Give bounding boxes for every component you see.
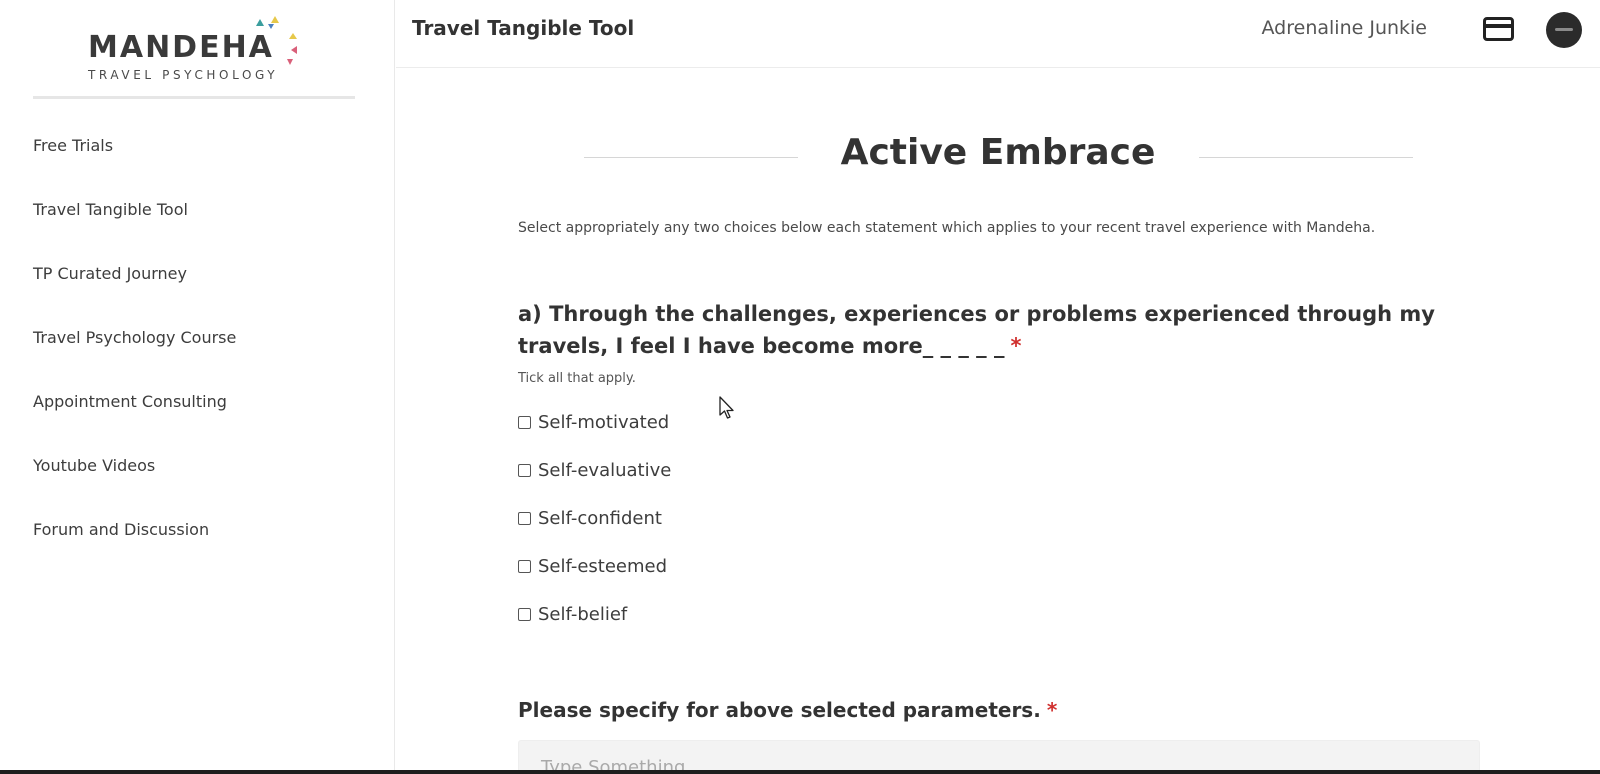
question-specify: Please specify for above selected parame…	[518, 698, 1057, 722]
checkbox-self-evaluative[interactable]	[518, 464, 531, 477]
sidebar-item-tp-curated-journey[interactable]: TP Curated Journey	[33, 264, 236, 328]
option-label: Self-esteemed	[538, 556, 668, 577]
brand-logo[interactable]: MANDEHA TRAVEL PSYCHOLOGY	[88, 16, 308, 86]
checkbox-self-belief[interactable]	[518, 608, 531, 621]
logo-triangle-blue	[268, 24, 274, 29]
question-specify-text: Please specify for above selected parame…	[518, 698, 1041, 722]
question-a-options: Self-motivated Self-evaluative Self-conf…	[518, 412, 671, 652]
brand-name: MANDEHA	[88, 30, 274, 65]
main-content: Select appropriately any two choices bel…	[396, 68, 1600, 774]
avatar[interactable]	[1546, 12, 1582, 48]
question-a: a) Through the challenges, experiences o…	[518, 298, 1478, 362]
top-header: Travel Tangible Tool Adrenaline Junkie	[396, 0, 1600, 68]
specify-textarea[interactable]	[518, 740, 1480, 774]
mouse-pointer-icon	[719, 396, 734, 419]
instructions-text: Select appropriately any two choices bel…	[518, 220, 1376, 236]
logo-triangle-pink-2	[287, 59, 293, 65]
required-marker: *	[1046, 698, 1058, 722]
option-self-motivated[interactable]: Self-motivated	[518, 412, 671, 460]
window-bottom-edge	[0, 770, 1600, 774]
option-self-evaluative[interactable]: Self-evaluative	[518, 460, 671, 508]
sidebar: MANDEHA TRAVEL PSYCHOLOGY Free Trials Tr…	[0, 0, 395, 774]
brand-tagline: TRAVEL PSYCHOLOGY	[88, 68, 279, 82]
option-self-belief[interactable]: Self-belief	[518, 604, 671, 652]
logo-triangle-yellow-2	[289, 33, 297, 39]
app-window: MANDEHA TRAVEL PSYCHOLOGY Free Trials Tr…	[0, 0, 1600, 774]
user-profile-label[interactable]: Adrenaline Junkie	[1262, 17, 1427, 39]
sidebar-item-travel-tangible-tool[interactable]: Travel Tangible Tool	[33, 200, 236, 264]
question-a-hint: Tick all that apply.	[518, 371, 636, 386]
question-a-text: a) Through the challenges, experiences o…	[518, 302, 1435, 358]
checkbox-self-motivated[interactable]	[518, 416, 531, 429]
sidebar-divider	[33, 96, 355, 99]
sidebar-item-free-trials[interactable]: Free Trials	[33, 136, 236, 200]
option-label: Self-motivated	[538, 412, 670, 433]
option-label: Self-belief	[538, 604, 628, 625]
option-label: Self-confident	[538, 508, 662, 529]
sidebar-item-youtube-videos[interactable]: Youtube Videos	[33, 456, 236, 520]
checkbox-self-confident[interactable]	[518, 512, 531, 525]
required-marker: *	[1010, 334, 1022, 358]
logo-triangle-teal	[256, 19, 264, 26]
sidebar-nav: Free Trials Travel Tangible Tool TP Cura…	[33, 136, 236, 584]
logo-triangle-yellow	[271, 16, 279, 23]
option-label: Self-evaluative	[538, 460, 672, 481]
credit-card-icon[interactable]	[1483, 17, 1514, 41]
sidebar-item-forum-and-discussion[interactable]: Forum and Discussion	[33, 520, 236, 584]
option-self-confident[interactable]: Self-confident	[518, 508, 671, 556]
option-self-esteemed[interactable]: Self-esteemed	[518, 556, 671, 604]
sidebar-item-travel-psychology-course[interactable]: Travel Psychology Course	[33, 328, 236, 392]
sidebar-item-appointment-consulting[interactable]: Appointment Consulting	[33, 392, 236, 456]
checkbox-self-esteemed[interactable]	[518, 560, 531, 573]
logo-triangle-pink	[291, 46, 297, 54]
header-title: Travel Tangible Tool	[412, 16, 635, 40]
